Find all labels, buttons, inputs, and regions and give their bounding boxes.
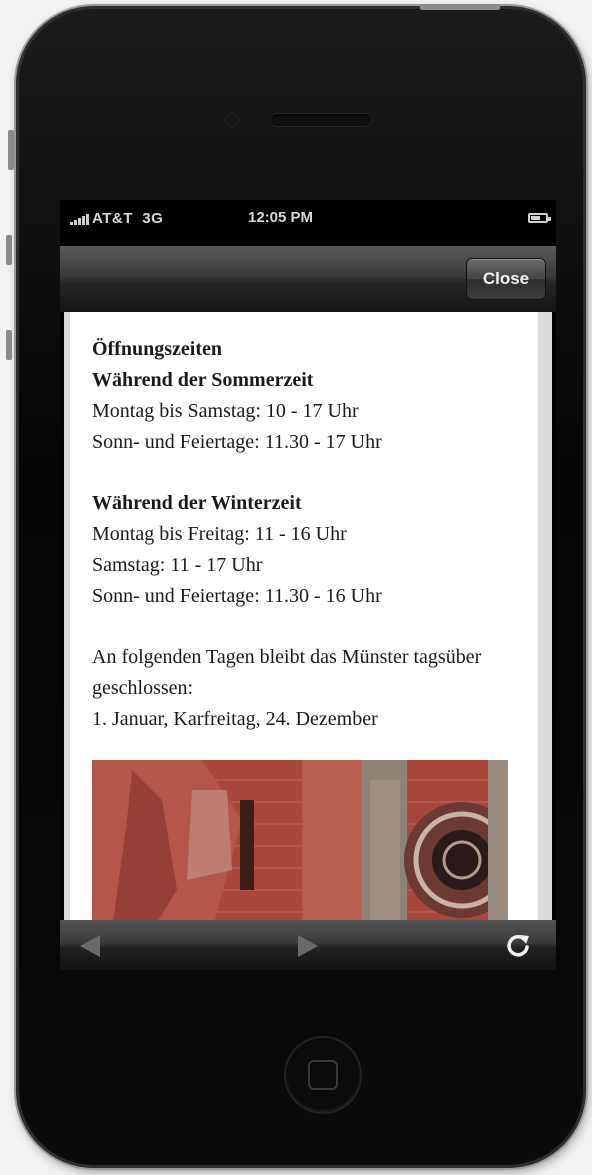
close-button[interactable]: Close (466, 258, 546, 300)
minster-photo (92, 760, 508, 920)
battery-icon (528, 213, 551, 223)
closed-days-intro: An folgenden Tagen bleibt das Münster ta… (92, 646, 482, 699)
status-time: 12:05 PM (248, 209, 314, 226)
volume-down-button (6, 330, 12, 360)
closed-days-list: 1. Januar, Karfreitag, 24. Dezember (92, 708, 378, 730)
front-camera (226, 114, 238, 126)
minster-photo-graphic (92, 760, 508, 920)
volume-up-button (6, 235, 12, 265)
winter-heading: Während der Winterzeit (92, 492, 302, 514)
opening-hours-text: Öffnungszeiten Während der Sommerzeit Mo… (92, 334, 532, 735)
page-title: Öffnungszeiten (92, 338, 222, 360)
status-bar: AT&T 3G 12:05 PM (60, 200, 556, 240)
home-button-icon (308, 1060, 338, 1090)
network-type: 3G (142, 210, 164, 227)
carrier-name: AT&T (92, 210, 133, 227)
content-view[interactable]: Öffnungszeiten Während der Sommerzeit Mo… (64, 312, 552, 920)
summer-heading: Während der Sommerzeit (92, 369, 314, 391)
forward-arrow-icon[interactable] (298, 935, 318, 957)
winter-weekday-hours: Montag bis Freitag: 11 - 16 Uhr (92, 523, 347, 545)
summer-holiday-hours: Sonn- und Feiertage: 11.30 - 17 Uhr (92, 431, 382, 453)
mute-switch (8, 130, 14, 170)
reload-icon[interactable] (504, 932, 532, 960)
carrier-label: AT&T 3G (92, 210, 163, 227)
winter-holiday-hours: Sonn- und Feiertage: 11.30 - 16 Uhr (92, 585, 382, 607)
back-arrow-icon[interactable] (80, 935, 100, 957)
screen: AT&T 3G 12:05 PM Close Öffnungszeiten Wä… (60, 200, 556, 970)
top-toolbar: Close (60, 246, 556, 312)
power-button (420, 4, 500, 10)
winter-saturday-hours: Samstag: 11 - 17 Uhr (92, 554, 263, 576)
earpiece-speaker (271, 114, 371, 126)
bottom-toolbar (60, 920, 556, 970)
summer-weekday-hours: Montag bis Samstag: 10 - 17 Uhr (92, 400, 359, 422)
signal-icon (70, 214, 89, 225)
